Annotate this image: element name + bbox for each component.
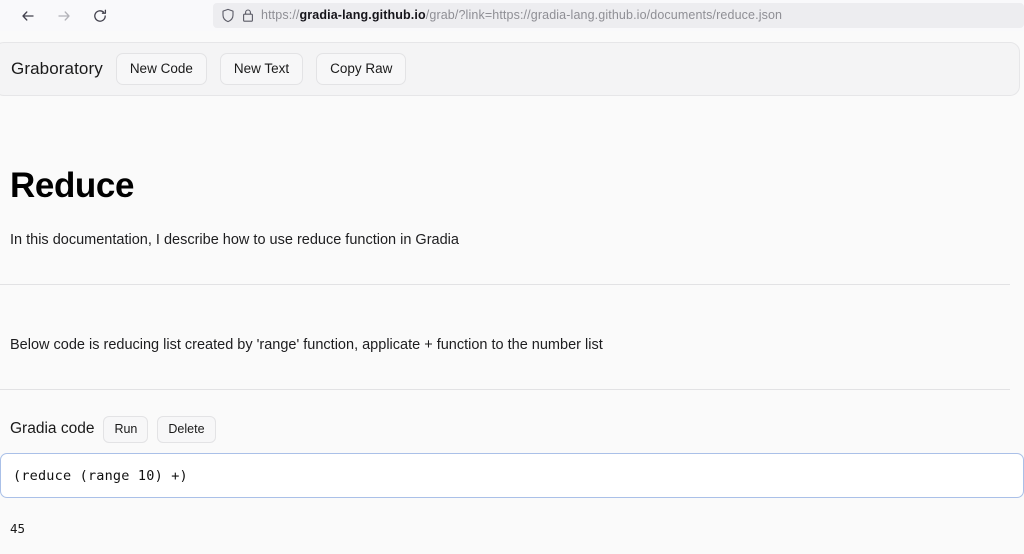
app-toolbar: Graboratory New Code New Text Copy Raw	[0, 42, 1020, 96]
url-prefix: https://	[261, 8, 300, 22]
section-divider-1	[0, 284, 1010, 285]
page-viewport: Graboratory New Code New Text Copy Raw R…	[0, 31, 1024, 554]
page-description: In this documentation, I describe how to…	[10, 232, 459, 248]
reload-button[interactable]	[86, 3, 114, 29]
new-text-button[interactable]: New Text	[219, 53, 304, 85]
code-block-label: Gradia code	[10, 420, 95, 438]
code-result: 45	[10, 521, 26, 536]
browser-chrome: https://gradia-lang.github.io/grab/?link…	[0, 0, 1024, 31]
url-text: https://gradia-lang.github.io/grab/?link…	[261, 3, 782, 28]
shield-icon[interactable]	[221, 8, 235, 23]
run-button[interactable]: Run	[103, 416, 149, 443]
url-suffix: /grab/?link=https://gradia-lang.github.i…	[425, 8, 783, 22]
navigation-buttons	[14, 3, 114, 29]
new-code-button[interactable]: New Code	[115, 53, 207, 85]
reload-icon	[92, 8, 108, 24]
forward-button[interactable]	[50, 3, 78, 29]
back-button[interactable]	[14, 3, 42, 29]
page-title: Reduce	[10, 166, 135, 205]
section-divider-2	[0, 389, 1010, 390]
code-input-wrapper	[0, 453, 1024, 498]
copy-raw-button[interactable]: Copy Raw	[316, 53, 407, 85]
text-block: Below code is reducing list created by '…	[10, 337, 603, 353]
address-bar[interactable]: https://gradia-lang.github.io/grab/?link…	[213, 3, 1024, 28]
code-input[interactable]	[0, 453, 1024, 498]
arrow-right-icon	[56, 8, 72, 24]
url-host: gradia-lang.github.io	[299, 8, 426, 22]
code-block-header: Gradia code Run Delete	[10, 416, 216, 443]
document-content: Reduce In this documentation, I describe…	[0, 110, 1024, 554]
arrow-left-icon	[20, 8, 36, 24]
app-brand: Graboratory	[11, 59, 103, 78]
delete-button[interactable]: Delete	[157, 416, 216, 443]
padlock-icon[interactable]	[242, 8, 254, 23]
